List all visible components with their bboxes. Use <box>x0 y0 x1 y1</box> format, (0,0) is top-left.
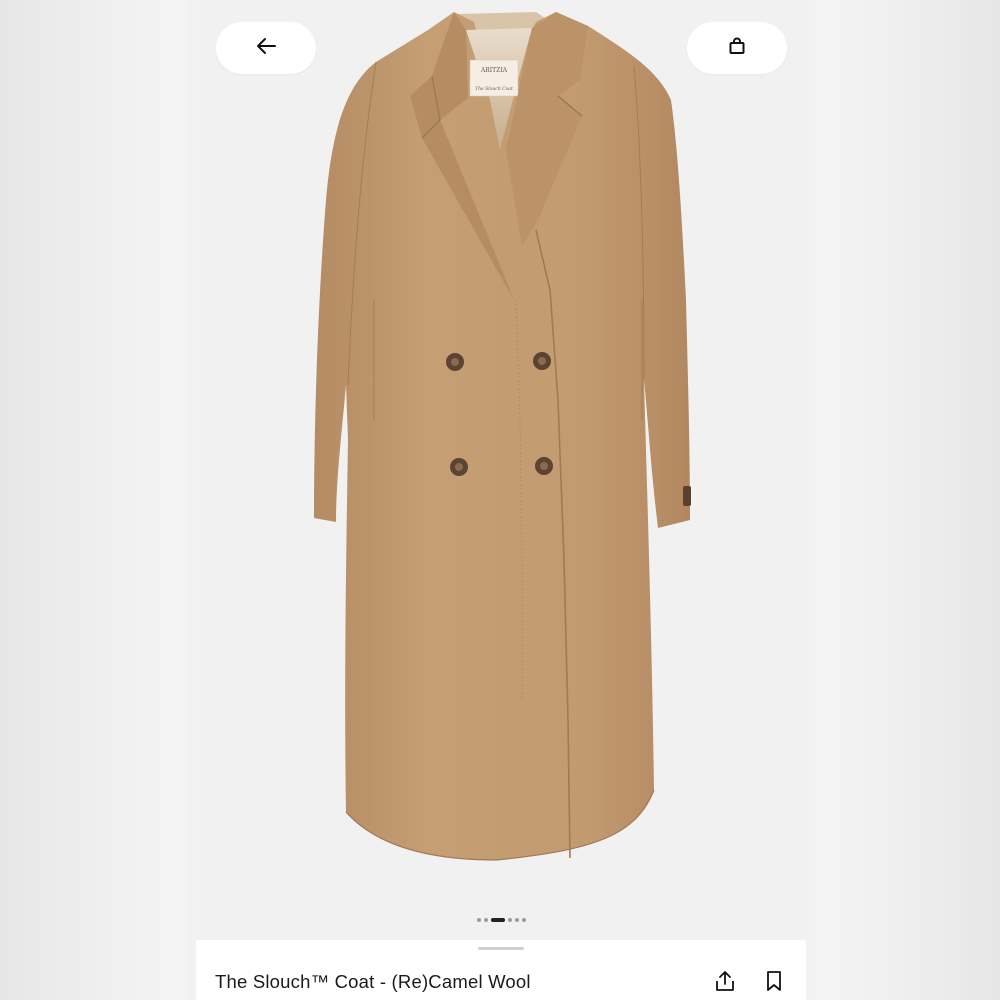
bookmark-icon <box>766 970 782 996</box>
share-button[interactable] <box>710 968 740 998</box>
product-title: The Slouch™ Coat - (Re)Camel Wool <box>215 971 531 992</box>
shopping-bag-icon <box>728 37 746 59</box>
save-button[interactable] <box>759 968 789 998</box>
pagination-dot[interactable] <box>514 918 519 922</box>
pagination-dot[interactable] <box>483 918 488 922</box>
pagination-dot-active[interactable] <box>490 918 505 922</box>
share-icon <box>715 970 735 996</box>
product-detail-screen: ARITZIA The Slouch Coat The Slouch™ Coat… <box>196 0 806 1000</box>
coat-label-brand: ARITZIA <box>480 67 508 74</box>
image-pagination[interactable] <box>196 917 806 923</box>
product-image[interactable]: ARITZIA The Slouch Coat <box>196 0 806 940</box>
pagination-dot[interactable] <box>476 918 481 922</box>
product-info-sheet[interactable]: The Slouch™ Coat - (Re)Camel Wool <box>196 940 806 1000</box>
back-button[interactable] <box>216 22 316 74</box>
arrow-left-icon <box>255 37 277 59</box>
pagination-dot[interactable] <box>521 918 526 922</box>
pagination-dot[interactable] <box>507 918 512 922</box>
shopping-bag-button[interactable] <box>687 22 787 74</box>
sheet-drag-handle[interactable] <box>478 947 524 950</box>
coat-label-name: The Slouch Coat <box>475 86 513 92</box>
